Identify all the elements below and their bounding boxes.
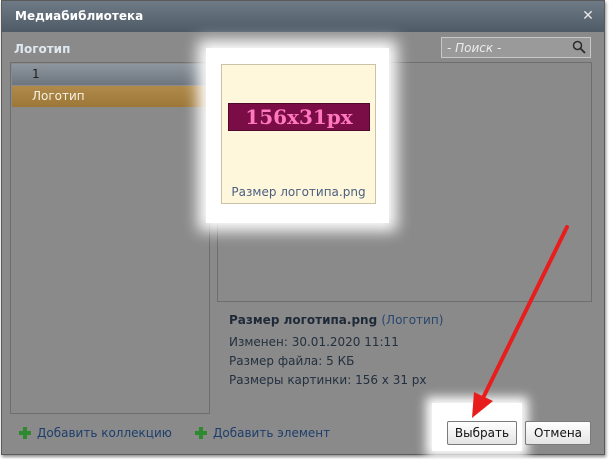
add-collection-label: Добавить коллекцию: [37, 426, 172, 440]
logo-preview: 156x31px: [228, 103, 370, 131]
collection-item-label: Логотип: [32, 89, 85, 103]
plus-icon: [19, 427, 31, 439]
collection-heading: Логотип: [14, 42, 71, 56]
dialog-title: Медиабиблиотека: [15, 9, 144, 23]
collection-item-1[interactable]: 1: [12, 64, 208, 85]
close-icon[interactable]: ✕: [578, 6, 598, 26]
file-size: Размер файла: 5 КБ: [229, 354, 355, 368]
add-collection-button[interactable]: Добавить коллекцию: [19, 425, 172, 440]
plus-icon: [195, 427, 207, 439]
cancel-button[interactable]: Отмена: [525, 421, 591, 445]
collection-item-label: 1: [32, 67, 40, 81]
thumbnail-filename: Размер логотипа.png: [231, 185, 366, 199]
file-collection-link[interactable]: (Логотип): [381, 313, 443, 327]
file-title: Размер логотипа.png (Логотип): [229, 313, 443, 327]
search-box[interactable]: [441, 37, 591, 58]
add-element-label: Добавить элемент: [213, 426, 331, 440]
search-input[interactable]: [442, 38, 570, 57]
add-element-button[interactable]: Добавить элемент: [195, 425, 330, 440]
search-icon[interactable]: [572, 40, 586, 54]
collections-list: 1 Логотип: [10, 62, 210, 414]
title-bar[interactable]: Медиабиблиотека ✕: [2, 1, 604, 32]
collection-item-logo[interactable]: Логотип: [12, 86, 208, 107]
modified-date: Изменен: 30.01.2020 11:11: [229, 335, 399, 349]
image-dimensions: Размеры картинки: 156 x 31 px: [229, 373, 427, 387]
media-thumbnail[interactable]: 156x31px Размер логотипа.png: [221, 64, 376, 204]
file-name: Размер логотипа.png: [229, 313, 378, 327]
choose-button[interactable]: Выбрать: [447, 421, 517, 445]
